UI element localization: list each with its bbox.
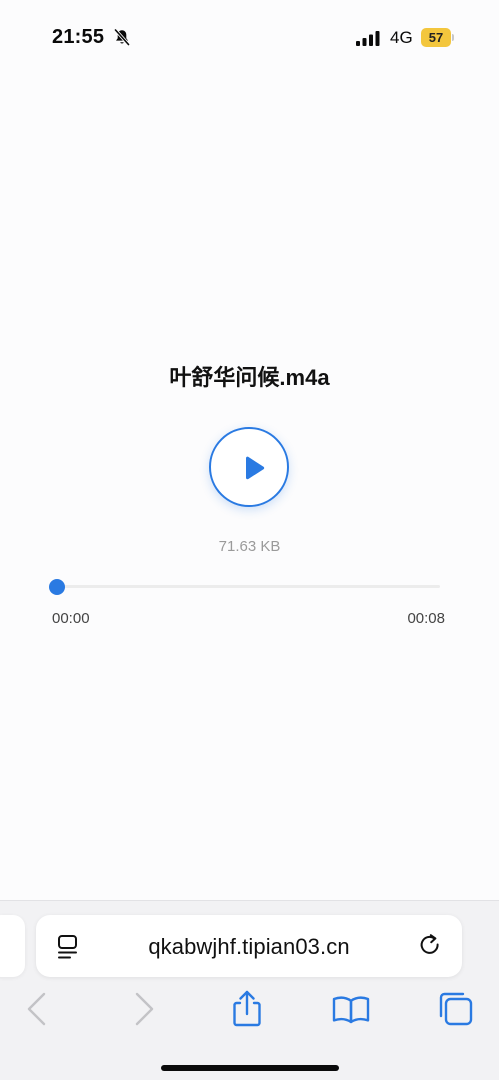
battery-indicator: 57 (421, 28, 454, 47)
current-time: 00:00 (52, 610, 90, 627)
battery-tip (452, 34, 454, 41)
bell-slash-icon (114, 28, 130, 46)
share-icon[interactable] (227, 989, 267, 1029)
reload-icon[interactable] (418, 932, 444, 960)
status-bar: 21:55 4G 57 (0, 0, 499, 76)
network-label: 4G (390, 28, 413, 47)
battery-level: 57 (428, 30, 444, 45)
status-time: 21:55 (52, 26, 105, 48)
file-title: 叶舒华问候.m4a (169, 365, 330, 390)
address-bar[interactable]: qkabwjhf.tipian03.cn (36, 915, 462, 977)
play-icon (246, 456, 265, 480)
signal-icon (356, 31, 380, 46)
total-time: 00:08 (407, 610, 445, 627)
progress-knob[interactable] (49, 579, 65, 595)
previous-tab-address-bar[interactable] (0, 915, 25, 977)
progress-track[interactable] (57, 585, 440, 588)
tabs-icon[interactable] (436, 989, 476, 1029)
back-icon[interactable] (17, 989, 57, 1029)
bookmarks-icon[interactable] (331, 989, 371, 1029)
browser-toolbar: qkabwjhf.tipian03.cn (0, 900, 499, 1080)
url-text[interactable]: qkabwjhf.tipian03.cn (36, 934, 462, 960)
file-size: 71.63 KB (218, 538, 281, 555)
forward-icon[interactable] (124, 989, 164, 1029)
play-button[interactable] (209, 427, 289, 507)
home-indicator (161, 1065, 339, 1071)
